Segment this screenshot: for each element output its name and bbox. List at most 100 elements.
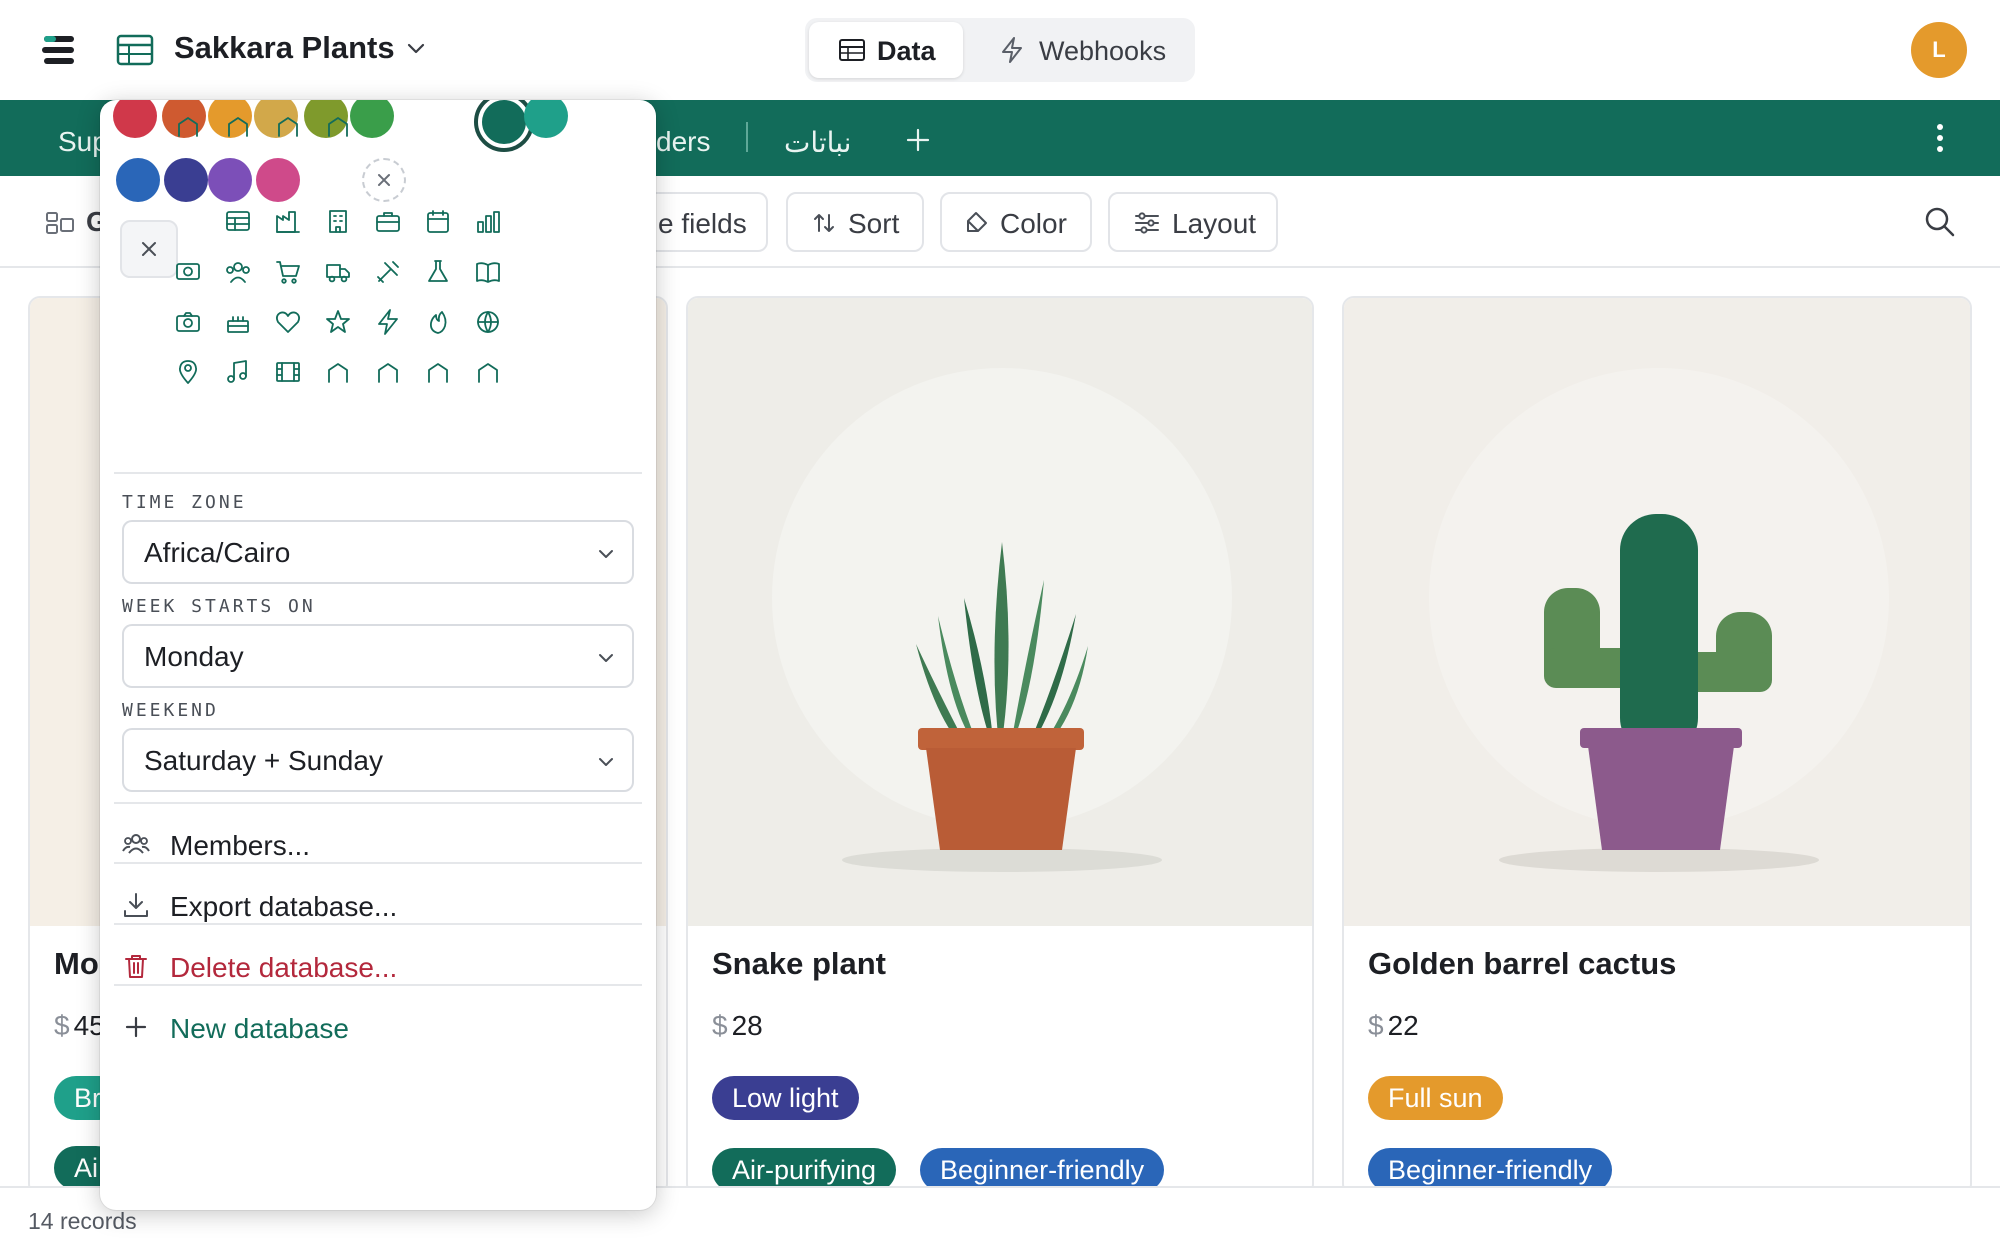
pin-icon[interactable]	[162, 346, 214, 398]
members-menu-item[interactable]: Members...	[122, 818, 642, 874]
truck-icon[interactable]	[312, 246, 364, 298]
sort-label: Sort	[848, 208, 900, 239]
hide-fields-label: e fields	[658, 208, 747, 239]
building-icon[interactable]	[312, 196, 364, 248]
delete-menu-item[interactable]: Delete database...	[122, 940, 642, 996]
book-icon[interactable]	[462, 246, 514, 298]
snake-plant-illustration	[772, 368, 1232, 872]
record-card[interactable]: Snake plant $28 Low light Air-purifying …	[686, 296, 1314, 1196]
sort-button[interactable]: Sort	[786, 192, 924, 252]
tab-webhooks[interactable]: Webhooks	[973, 22, 1191, 78]
table-tab[interactable]: نباتات	[784, 126, 851, 159]
tab-data[interactable]: Data	[809, 22, 963, 78]
lightning-icon	[1002, 37, 1022, 63]
misc-1-icon[interactable]	[312, 346, 364, 398]
color-button[interactable]: Color	[940, 192, 1092, 252]
chevron-down-icon	[599, 758, 613, 766]
color-swatch[interactable]	[164, 158, 208, 202]
tab-divider	[746, 122, 748, 152]
misc-3-icon[interactable]	[412, 346, 464, 398]
price-value: 28	[731, 1010, 763, 1041]
chevron-down-icon[interactable]	[404, 36, 428, 60]
trash-icon	[125, 955, 147, 978]
database-settings-popup: TIME ZONE Africa/Cairo WEEK STARTS ON Mo…	[100, 100, 656, 1210]
tab-webhooks-label: Webhooks	[1039, 36, 1167, 66]
color-swatch[interactable]	[116, 158, 160, 202]
color-label: Color	[1000, 208, 1067, 239]
card-title: Golden barrel cactus	[1368, 946, 1677, 981]
color-swatch[interactable]	[113, 100, 157, 138]
misc-2-icon[interactable]	[362, 346, 414, 398]
close-icon	[142, 242, 156, 256]
card-title: Snake plant	[712, 946, 886, 981]
bolt-icon[interactable]	[362, 296, 414, 348]
tools-icon[interactable]	[362, 246, 414, 298]
globe-icon[interactable]	[462, 296, 514, 348]
people-icon	[122, 834, 150, 854]
bar-chart-icon[interactable]	[462, 196, 514, 248]
week-starts-label: WEEK STARTS ON	[122, 596, 316, 617]
film-icon[interactable]	[262, 346, 314, 398]
divider	[114, 923, 642, 925]
misc-8-icon[interactable]	[312, 100, 364, 152]
color-swatch[interactable]	[524, 100, 568, 138]
briefcase-icon[interactable]	[362, 196, 414, 248]
database-title[interactable]: Sakkara Plants	[174, 30, 395, 66]
cake-icon[interactable]	[212, 296, 264, 348]
money-icon[interactable]	[162, 246, 214, 298]
close-icon	[378, 174, 390, 186]
export-menu-item[interactable]: Export database...	[122, 879, 642, 935]
fire-icon[interactable]	[412, 296, 464, 348]
factory-icon[interactable]	[262, 196, 314, 248]
new-database-label: New database	[170, 1013, 350, 1044]
top-bar: Sakkara Plants Data Webhooks L	[0, 0, 2000, 100]
export-label: Export database...	[170, 891, 398, 922]
camera-icon[interactable]	[162, 296, 214, 348]
chevron-down-icon	[599, 654, 613, 662]
weekend-select[interactable]: Saturday + Sunday	[122, 728, 634, 792]
plus-icon	[125, 1016, 147, 1038]
gallery-view-icon	[46, 212, 74, 234]
weekend-label: WEEKEND	[122, 700, 219, 721]
divider	[114, 862, 642, 864]
cart-icon[interactable]	[262, 246, 314, 298]
user-avatar[interactable]: L	[1911, 22, 1967, 78]
people-icon[interactable]	[212, 246, 264, 298]
weekend-value: Saturday + Sunday	[144, 745, 383, 776]
record-count: 14 records	[28, 1208, 137, 1234]
flask-icon[interactable]	[412, 246, 464, 298]
card-price: $45	[54, 1010, 105, 1042]
table-tab[interactable]: ders	[656, 126, 710, 158]
tab-data-label: Data	[877, 36, 936, 66]
table-icon	[839, 39, 865, 61]
view-mode-switcher: Data Webhooks	[805, 18, 1195, 82]
members-label: Members...	[170, 830, 311, 861]
misc-6-icon[interactable]	[212, 100, 264, 152]
star-icon[interactable]	[312, 296, 364, 348]
time-zone-label: TIME ZONE	[122, 492, 247, 513]
record-card[interactable]: Golden barrel cactus $22 Full sun Beginn…	[1342, 296, 1972, 1196]
card-price: $28	[712, 1010, 763, 1042]
misc-5-icon[interactable]	[162, 100, 214, 152]
misc-7-icon[interactable]	[262, 100, 314, 152]
music-icon[interactable]	[212, 346, 264, 398]
card-image	[1344, 298, 1970, 926]
tag-pill: Low light	[712, 1076, 859, 1120]
layout-button[interactable]: Layout	[1108, 192, 1278, 252]
app-logo-icon[interactable]	[42, 32, 78, 68]
heart-icon[interactable]	[262, 296, 314, 348]
add-table-icon[interactable]	[906, 128, 930, 152]
table-icon[interactable]	[212, 196, 264, 248]
calendar-icon[interactable]	[412, 196, 464, 248]
color-swatch[interactable]	[482, 100, 526, 144]
new-database-menu-item[interactable]: New database	[122, 1001, 642, 1057]
week-starts-select[interactable]: Monday	[122, 624, 634, 688]
sliders-icon	[1135, 212, 1159, 234]
search-icon[interactable]	[1924, 206, 1956, 238]
more-vertical-icon[interactable]	[1930, 122, 1950, 154]
chevron-down-icon	[599, 550, 613, 558]
card-title: Mo	[54, 946, 99, 981]
time-zone-select[interactable]: Africa/Cairo	[122, 520, 634, 584]
misc-4-icon[interactable]	[462, 346, 514, 398]
divider	[114, 802, 642, 804]
